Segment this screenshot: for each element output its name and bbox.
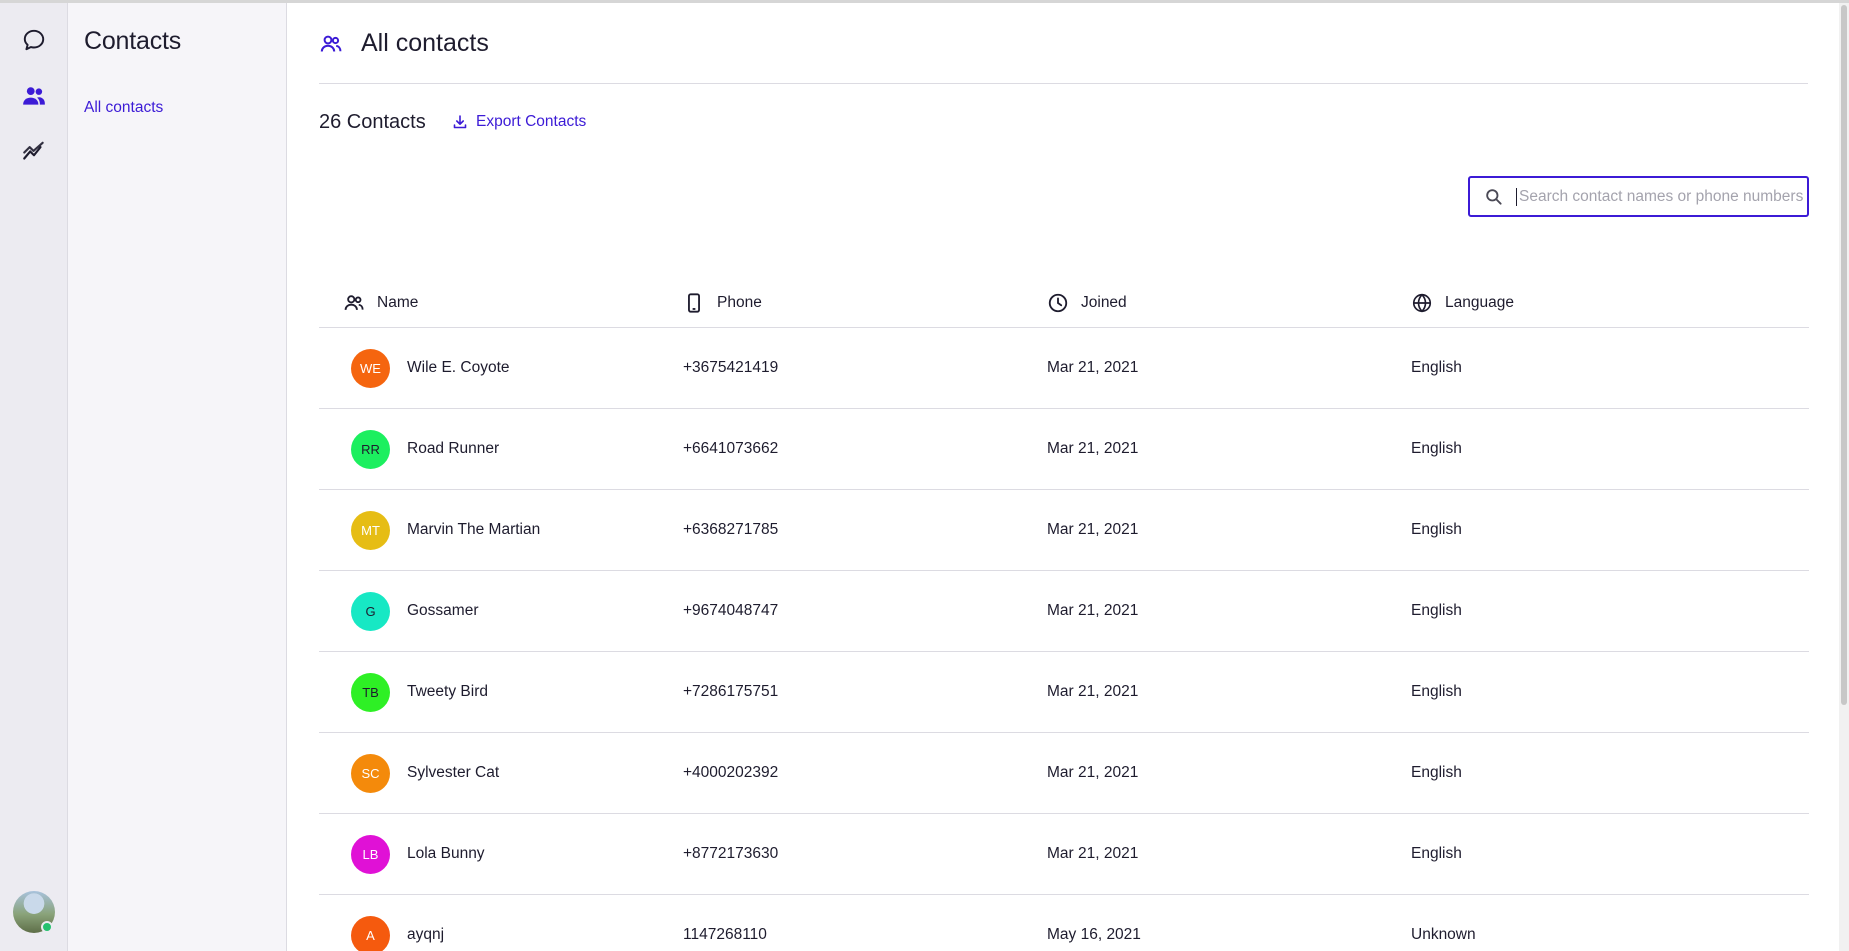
cell-phone: +3675421419 xyxy=(683,359,779,376)
contact-name: Road Runner xyxy=(407,440,500,457)
contact-name: Marvin The Martian xyxy=(407,521,541,538)
column-label: Language xyxy=(1445,294,1514,311)
table-row[interactable]: MT Marvin The Martian +6368271785 Mar 21, 2… xyxy=(319,490,1809,571)
download-icon xyxy=(453,115,467,129)
cell-joined: Mar 21, 2021 xyxy=(1047,683,1139,700)
mobile-phone-icon xyxy=(688,293,700,313)
search-icon xyxy=(1486,188,1502,205)
cell-name: SC Sylvester Cat xyxy=(319,753,683,793)
table-row[interactable]: Aayqnj 1147268110 May 16, 2021 Unknown xyxy=(319,895,1809,951)
cell-phone: +6641073662 xyxy=(683,440,779,457)
cell-name: G Gossamer xyxy=(319,591,683,631)
avatar: TB xyxy=(351,672,390,712)
main-content: All contacts 26 Contacts Export Contacts… xyxy=(287,3,1849,951)
cell-language: English xyxy=(1411,845,1462,862)
cell-name: Aayqnj xyxy=(319,915,683,951)
cell-name: MT Marvin The Martian xyxy=(319,510,683,550)
people-icon xyxy=(23,87,45,105)
cell-language: English xyxy=(1411,521,1462,538)
cell-phone: +6368271785 xyxy=(683,521,779,538)
globe-icon xyxy=(1412,293,1432,313)
table-header: Name Phone Joined Language xyxy=(319,279,1809,328)
page-header: All contacts xyxy=(319,29,489,58)
icon-rail xyxy=(0,3,68,951)
avatar: A xyxy=(351,915,390,951)
avatar: RR xyxy=(351,429,390,469)
avatar: WE xyxy=(351,348,390,388)
cell-joined: Mar 21, 2021 xyxy=(1047,440,1139,457)
cell-language: English xyxy=(1411,359,1462,376)
table-body: WE Wile E. Coyote +3675421419 Mar 21, 2021 E… xyxy=(319,328,1809,951)
column-label: Phone xyxy=(717,294,762,311)
contact-name: Gossamer xyxy=(407,602,479,619)
contacts-sidebar: Contacts All contacts xyxy=(68,3,287,951)
column-label: Joined xyxy=(1081,294,1127,311)
avatar: G xyxy=(351,591,390,631)
cell-language: Unknown xyxy=(1411,926,1476,943)
table-row[interactable]: RR Road Runner +6641073662 Mar 21, 2021 Engl… xyxy=(319,409,1809,490)
column-header-name[interactable]: Name xyxy=(319,292,683,314)
cell-phone: +9674048747 xyxy=(683,602,779,619)
chat-bubble-icon xyxy=(23,29,45,51)
cell-phone: 1147268110 xyxy=(683,926,767,943)
avatar: SC xyxy=(351,753,390,793)
contacts-table: Name Phone Joined Language WE Wile E. Coy… xyxy=(319,279,1809,951)
rail-analytics-button[interactable] xyxy=(14,132,54,172)
table-row[interactable]: LB Lola Bunny +8772173630 Mar 21, 2021 Engli… xyxy=(319,814,1809,895)
cell-name: LB Lola Bunny xyxy=(319,834,683,874)
column-header-phone[interactable]: Phone xyxy=(683,292,1047,314)
rail-contacts-button[interactable] xyxy=(14,76,54,116)
avatar: LB xyxy=(351,834,390,874)
app-window: Contacts All contacts All contacts 26 Co… xyxy=(0,0,1849,951)
contact-name: Lola Bunny xyxy=(407,845,485,862)
cell-name: RR Road Runner xyxy=(319,429,683,469)
table-row[interactable]: TB Tweety Bird +7286175751 Mar 21, 2021 Engl… xyxy=(319,652,1809,733)
export-contacts-button[interactable]: Export Contacts xyxy=(452,113,586,131)
export-contacts-label: Export Contacts xyxy=(476,113,587,130)
cell-name: WE Wile E. Coyote xyxy=(319,348,683,388)
cell-joined: Mar 21, 2021 xyxy=(1047,521,1139,538)
contact-name: Tweety Bird xyxy=(407,683,488,700)
contact-name: Sylvester Cat xyxy=(407,764,500,781)
cell-language: English xyxy=(1411,440,1462,457)
cell-phone: +4000202392 xyxy=(683,764,779,781)
column-label: Name xyxy=(377,294,419,311)
avatar: MT xyxy=(351,510,390,550)
cell-joined: May 16, 2021 xyxy=(1047,926,1141,943)
online-status-dot xyxy=(41,921,53,933)
clock-icon xyxy=(1048,293,1068,313)
header-divider xyxy=(319,83,1808,84)
cell-joined: Mar 21, 2021 xyxy=(1047,764,1139,781)
sidebar-title: Contacts xyxy=(84,27,182,55)
table-row[interactable]: SC Sylvester Cat +4000202392 Mar 21, 2021 En… xyxy=(319,733,1809,814)
people-icon xyxy=(320,35,342,52)
cell-name: TB Tweety Bird xyxy=(319,672,683,712)
people-icon xyxy=(344,295,364,310)
cell-language: English xyxy=(1411,602,1462,619)
cell-joined: Mar 21, 2021 xyxy=(1047,359,1139,376)
column-header-joined[interactable]: Joined xyxy=(1047,292,1411,314)
search-input[interactable] xyxy=(1516,187,1806,206)
trend-chart-icon xyxy=(23,141,44,160)
contact-name: ayqnj xyxy=(407,926,445,943)
page-scrollbar[interactable] xyxy=(1839,3,1849,951)
cell-language: English xyxy=(1411,764,1462,781)
table-row[interactable]: WE Wile E. Coyote +3675421419 Mar 21, 2021 E… xyxy=(319,328,1809,409)
cell-joined: Mar 21, 2021 xyxy=(1047,845,1139,862)
search-box[interactable] xyxy=(1468,176,1809,217)
cell-phone: +7286175751 xyxy=(683,683,779,700)
contact-name: Wile E. Coyote xyxy=(407,359,510,376)
scrollbar-thumb[interactable] xyxy=(1841,5,1847,705)
cell-joined: Mar 21, 2021 xyxy=(1047,602,1139,619)
table-row[interactable]: G Gossamer +9674048747 Mar 21, 2021 English xyxy=(319,571,1809,652)
cell-language: English xyxy=(1411,683,1462,700)
page-title: All contacts xyxy=(361,29,489,57)
sidebar-item-all-contacts[interactable]: All contacts xyxy=(84,99,163,117)
column-header-language[interactable]: Language xyxy=(1411,292,1775,314)
rail-chat-button[interactable] xyxy=(14,20,54,60)
cell-phone: +8772173630 xyxy=(683,845,779,862)
contact-count: 26 Contacts xyxy=(319,111,426,133)
